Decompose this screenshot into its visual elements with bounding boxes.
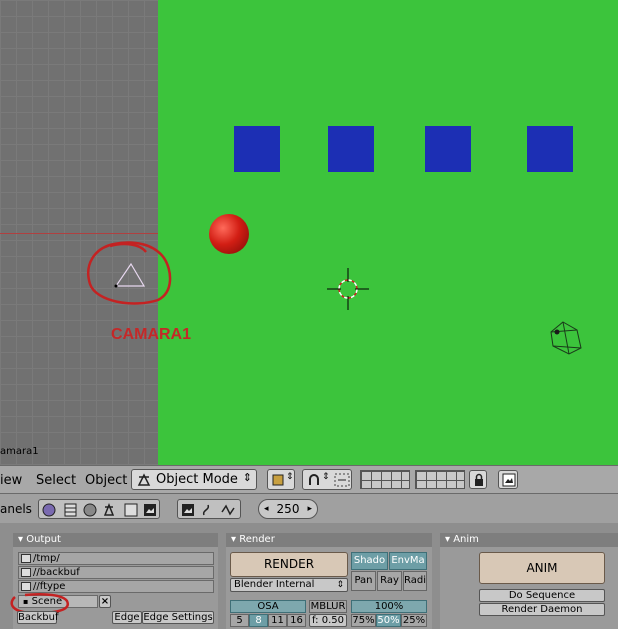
buttons-header: anels ◂ 250 ▸ xyxy=(0,493,618,523)
context-icons xyxy=(42,502,156,517)
render-daemon-button[interactable]: Render Daemon xyxy=(479,603,605,616)
draw-type-select[interactable]: ⇕ xyxy=(267,469,295,490)
updown-arrow-icon: ⇕ xyxy=(286,472,294,482)
camera-object[interactable] xyxy=(84,240,174,310)
frame-value: 250 xyxy=(276,502,300,516)
render-view-button[interactable] xyxy=(498,470,518,489)
pivot-icon xyxy=(309,474,319,485)
edge-button[interactable]: Edge xyxy=(112,611,142,624)
size-25-button[interactable]: 25% xyxy=(401,614,427,627)
backbuf-button[interactable]: Backbuf xyxy=(17,611,58,624)
view-object-name: amara1 xyxy=(0,446,39,457)
3d-cursor-icon xyxy=(327,268,369,310)
blue-block[interactable] xyxy=(527,126,573,172)
output-title: Output xyxy=(26,534,61,545)
object-mode-icon xyxy=(137,473,151,486)
render-subcontext-buttons[interactable] xyxy=(177,499,241,519)
output-panel: ▾ Output /tmp/ //backbuf //ftype ▪ Scene… xyxy=(10,533,218,629)
anim-button[interactable]: ANIM xyxy=(479,552,605,584)
osa-8-button[interactable]: 8 xyxy=(249,614,268,627)
size-75-button[interactable]: 75% xyxy=(351,614,376,627)
render-context-icons xyxy=(182,504,235,516)
pivot-select[interactable]: ⇕ xyxy=(302,469,352,490)
edge-settings-button[interactable]: Edge Settings xyxy=(142,611,214,624)
size-100-button[interactable]: 100% xyxy=(351,600,427,613)
anim-title: Anim xyxy=(453,534,479,545)
render-panel-header[interactable]: ▾ Render xyxy=(226,533,432,547)
output-path-value: /tmp/ xyxy=(33,553,60,564)
folder-icon xyxy=(21,568,31,577)
blue-block[interactable] xyxy=(328,126,374,172)
panels-label: anels xyxy=(0,502,32,516)
camera-label: CAMARA1 xyxy=(111,326,191,343)
osa-5-button[interactable]: 5 xyxy=(230,614,249,627)
frame-number-field[interactable]: ◂ 250 ▸ xyxy=(258,499,318,519)
radiosity-toggle[interactable]: Radi xyxy=(403,571,427,591)
lock-icon xyxy=(475,473,483,486)
updown-arrow-icon: ⇕ xyxy=(322,472,330,482)
collapse-triangle-icon: ▾ xyxy=(18,534,24,545)
render-panel: ▾ Render RENDER Blender Internal ⇕ Shado… xyxy=(226,533,432,629)
backbuf-path-field[interactable]: //backbuf xyxy=(18,566,214,579)
blue-block[interactable] xyxy=(425,126,471,172)
lamp-object[interactable] xyxy=(547,318,587,358)
buttons-window: ▾ Output /tmp/ //backbuf //ftype ▪ Scene… xyxy=(0,523,618,629)
osa-toggle[interactable]: OSA xyxy=(230,600,306,613)
mblur-factor-field[interactable]: f: 0.50 xyxy=(309,614,347,627)
do-sequence-button[interactable]: Do Sequence xyxy=(479,589,605,602)
menu-select[interactable]: Select xyxy=(36,473,76,488)
anim-panel: ▾ Anim ANIM Do Sequence Render Daemon xyxy=(440,533,618,629)
backbuf-path-value: //backbuf xyxy=(33,567,80,578)
mode-select[interactable]: Object Mode ⇕ xyxy=(131,469,257,490)
menu-view[interactable]: iew xyxy=(0,473,22,488)
folder-icon xyxy=(21,554,31,563)
osa-11-button[interactable]: 11 xyxy=(268,614,287,627)
output-path-field[interactable]: /tmp/ xyxy=(18,552,214,565)
red-sphere[interactable] xyxy=(209,214,249,254)
updown-arrow-icon: ⇕ xyxy=(242,471,252,484)
layer-buttons-1[interactable] xyxy=(360,470,410,489)
mblur-toggle[interactable]: MBLUR xyxy=(309,600,347,613)
lock-layer-button[interactable] xyxy=(469,470,487,489)
menu-object[interactable]: Object xyxy=(85,473,127,488)
view-header: iew Select Object Object Mode ⇕ ⇕ ⇕ xyxy=(0,465,618,493)
x-axis-line xyxy=(0,233,158,234)
envmap-toggle[interactable]: EnvMa xyxy=(389,552,427,570)
layer-buttons-2[interactable] xyxy=(415,470,465,489)
context-buttons[interactable] xyxy=(38,499,160,519)
render-engine-value: Blender Internal xyxy=(234,579,315,590)
size-50-button[interactable]: 50% xyxy=(376,614,401,627)
pan-toggle[interactable]: Pan xyxy=(351,571,376,591)
collapse-triangle-icon: ▾ xyxy=(231,534,237,545)
3d-viewport[interactable]: CAMARA1 amara1 xyxy=(0,0,618,465)
scene-clear-button[interactable]: × xyxy=(99,595,111,608)
blue-block[interactable] xyxy=(234,126,280,172)
anim-panel-header[interactable]: ▾ Anim xyxy=(440,533,618,547)
output-panel-header[interactable]: ▾ Output xyxy=(13,533,218,547)
osa-16-button[interactable]: 16 xyxy=(287,614,306,627)
ray-toggle[interactable]: Ray xyxy=(377,571,402,591)
render-button[interactable]: RENDER xyxy=(230,552,348,577)
increment-arrow-icon: ▸ xyxy=(307,504,312,514)
updown-arrow-icon: ⇕ xyxy=(336,580,344,590)
render-engine-select[interactable]: Blender Internal ⇕ xyxy=(230,578,348,592)
render-title: Render xyxy=(239,534,275,545)
image-icon xyxy=(502,473,516,487)
cube-icon xyxy=(272,474,284,486)
shadow-toggle[interactable]: Shado xyxy=(351,552,388,570)
collapse-triangle-icon: ▾ xyxy=(445,534,451,545)
mode-label: Object Mode xyxy=(156,472,238,487)
decrement-arrow-icon: ◂ xyxy=(264,504,269,514)
manipulator-icon xyxy=(334,473,350,487)
